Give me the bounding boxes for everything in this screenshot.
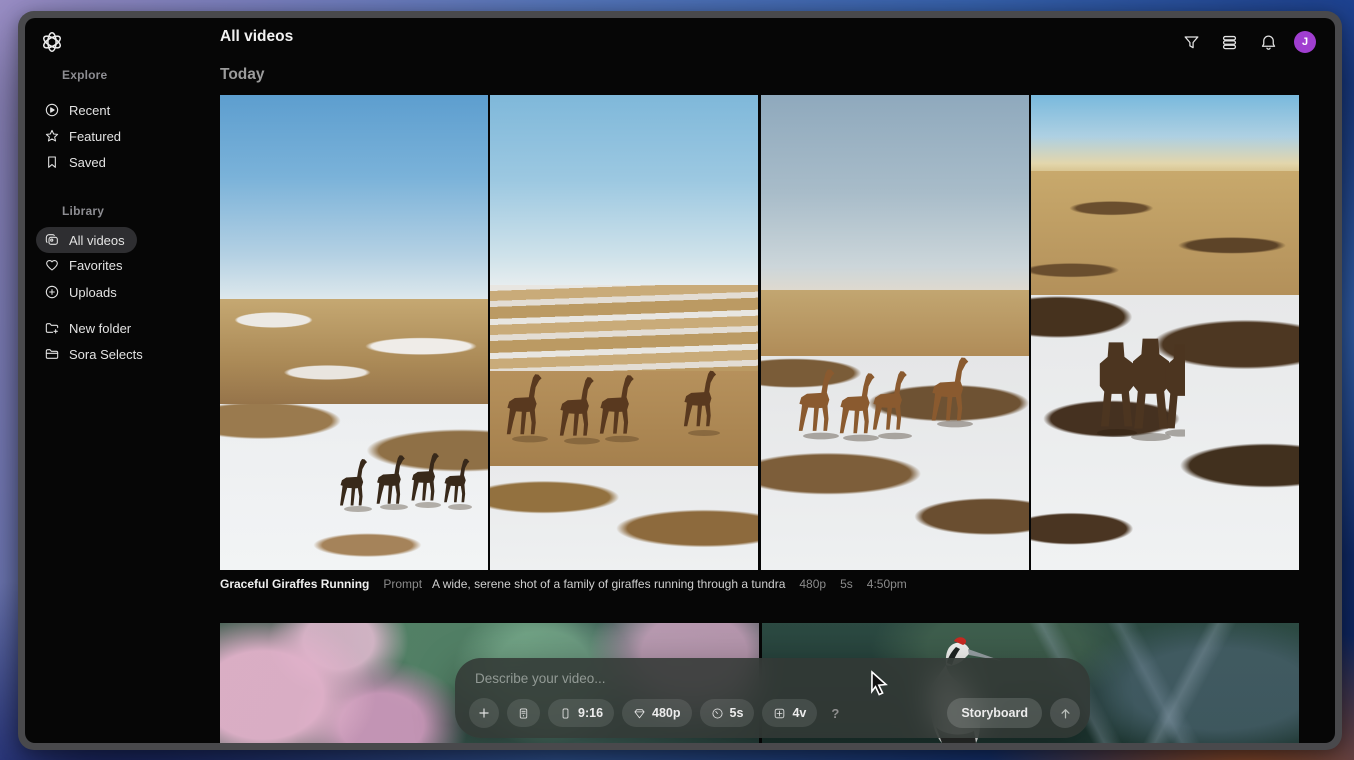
filter-button[interactable] [1176, 27, 1206, 57]
section-label-explore: Explore [62, 68, 108, 82]
sidebar-item-label: Uploads [69, 284, 117, 300]
video-stack-icon [45, 234, 58, 245]
resolution-value: 480p [652, 706, 681, 720]
giraffe-group [340, 453, 472, 512]
variations-button[interactable]: 4v [762, 699, 818, 727]
app-window: Explore Recent Featured Saved Library Al… [18, 11, 1342, 750]
video-caption: Graceful Giraffes Running Prompt A wide,… [220, 577, 907, 591]
folder-plus-icon [45, 323, 59, 334]
video-title[interactable]: Graceful Giraffes Running [220, 577, 369, 591]
sidebar-item-new-folder[interactable]: New folder [36, 315, 143, 341]
duration-button[interactable]: 5s [699, 699, 755, 727]
sidebar-item-label: Sora Selects [69, 346, 143, 362]
prompt-text[interactable]: A wide, serene shot of a family of giraf… [432, 577, 785, 591]
clock-icon [711, 707, 723, 719]
sidebar-item-label: Featured [69, 128, 122, 144]
sidebar-item-favorites[interactable]: Favorites [36, 252, 134, 278]
video-duration: 5s [840, 577, 853, 591]
notifications-icon [1261, 35, 1275, 50]
view-options-icon [1222, 35, 1236, 49]
video-time: 4:50pm [866, 577, 907, 591]
phone-icon [562, 707, 569, 719]
plus-icon [479, 708, 489, 718]
prompt-input[interactable]: Describe your video... [475, 671, 606, 686]
add-button[interactable] [469, 698, 499, 728]
video-thumbnail-giraffes-3[interactable] [761, 95, 1029, 570]
preset-card-icon [519, 707, 528, 719]
sidebar-item-label: Saved [69, 154, 106, 170]
giraffe-group [506, 370, 720, 445]
upload-plus-icon [45, 285, 59, 299]
sidebar-item-recent[interactable]: Recent [36, 97, 122, 123]
variations-grid-icon [775, 708, 785, 718]
cursor-arrow-icon [871, 670, 888, 696]
arrow-up-icon [1060, 708, 1070, 718]
duration-value: 5s [729, 706, 744, 720]
giraffe-group [1097, 338, 1185, 441]
preset-button[interactable] [507, 699, 540, 727]
avatar[interactable]: J [1294, 31, 1316, 53]
play-circle-icon [45, 103, 59, 117]
date-group-label: Today [220, 66, 265, 83]
sidebar-item-featured[interactable]: Featured [36, 123, 133, 149]
sidebar-item-sora-selects[interactable]: Sora Selects [36, 341, 155, 367]
view-options-button[interactable] [1214, 27, 1244, 57]
storyboard-button[interactable]: Storyboard [947, 698, 1042, 728]
bookmark-icon [48, 156, 56, 168]
video-thumbnail-giraffes-2[interactable] [490, 95, 758, 570]
sidebar: Explore Recent Featured Saved Library Al… [25, 18, 220, 743]
sidebar-item-label: All videos [69, 232, 125, 248]
section-label-library: Library [62, 204, 105, 218]
prompt-label: Prompt [383, 577, 423, 591]
sidebar-item-label: Favorites [69, 257, 123, 273]
giraffe-group [798, 357, 973, 442]
filter-icon [1184, 35, 1198, 48]
aspect-ratio-value: 9:16 [578, 706, 604, 720]
prompt-composer[interactable]: Describe your video... 9:16 480p 5s 4v ?… [455, 658, 1090, 738]
video-thumbnail-giraffes-4[interactable] [1031, 95, 1299, 570]
sidebar-item-uploads[interactable]: Uploads [36, 279, 129, 305]
sora-app: Explore Recent Featured Saved Library Al… [25, 18, 1335, 743]
aspect-ratio-button[interactable]: 9:16 [548, 699, 615, 727]
sidebar-item-all-videos[interactable]: All videos [36, 227, 137, 253]
video-resolution: 480p [799, 577, 827, 591]
sidebar-item-label: New folder [69, 320, 132, 336]
submit-button[interactable] [1050, 698, 1080, 728]
page-title: All videos [220, 28, 294, 45]
sidebar-item-label: Recent [69, 102, 111, 118]
help-button[interactable]: ? [825, 699, 845, 727]
resolution-button[interactable]: 480p [622, 699, 692, 727]
openai-logo-icon [43, 32, 61, 52]
folder-icon [45, 349, 59, 359]
notifications-button[interactable] [1253, 27, 1283, 57]
star-icon [45, 129, 59, 142]
composer-toolbar: 9:16 480p 5s 4v ? Storyboard [469, 698, 1080, 728]
variations-value: 4v [792, 706, 807, 720]
gem-icon [634, 708, 645, 718]
sidebar-item-saved[interactable]: Saved [36, 149, 118, 175]
video-thumbnail-giraffes-1[interactable] [220, 95, 488, 570]
heart-icon [46, 260, 58, 271]
